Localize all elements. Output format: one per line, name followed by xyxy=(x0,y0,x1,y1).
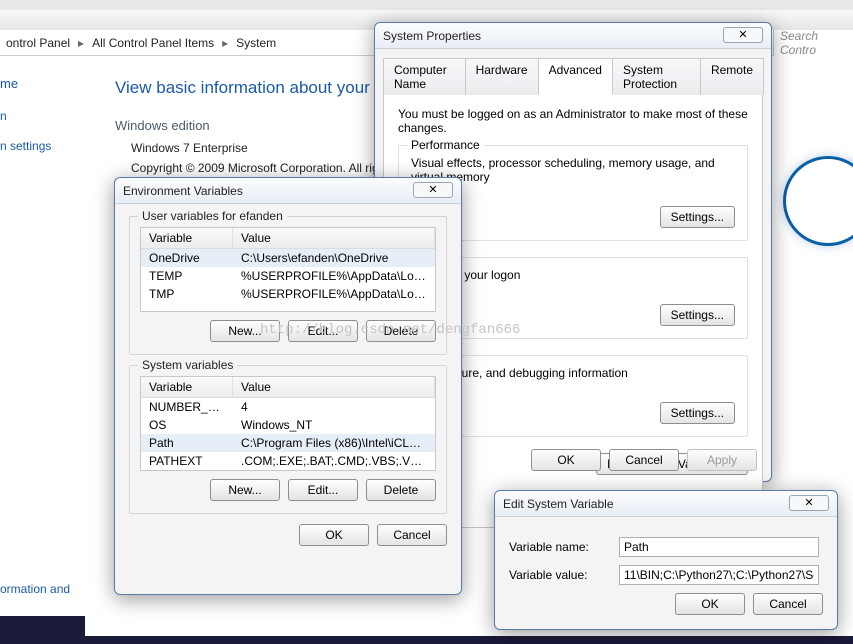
close-button[interactable]: ✕ xyxy=(413,182,453,198)
table-row[interactable]: OSWindows_NT xyxy=(141,416,435,434)
table-row[interactable]: TEMP%USERPROFILE%\AppData\Local\Temp xyxy=(141,267,435,285)
dialog-title: System Properties xyxy=(375,23,771,49)
col-header[interactable]: Value xyxy=(233,228,435,248)
tab-remote[interactable]: Remote xyxy=(700,58,764,95)
sidebar-heading[interactable]: me xyxy=(0,76,81,91)
sidebar: me n n settings ormation and xyxy=(0,56,85,616)
table-row[interactable]: OneDriveC:\Users\efanden\OneDrive xyxy=(141,249,435,267)
group-legend: System variables xyxy=(138,358,237,372)
chevron-right-icon: ▸ xyxy=(72,36,90,50)
tab-computer-name[interactable]: Computer Name xyxy=(383,58,466,95)
table-row[interactable]: NUMBER_OF_P...4 xyxy=(141,398,435,416)
tab-hardware[interactable]: Hardware xyxy=(465,58,539,95)
ok-button[interactable]: OK xyxy=(299,524,369,546)
system-vars-table[interactable]: Variable Value NUMBER_OF_P...4 OSWindows… xyxy=(140,376,436,471)
field-label: Variable value: xyxy=(509,568,619,582)
delete-button[interactable]: Delete xyxy=(366,320,436,342)
dialog-title: Environment Variables xyxy=(115,178,461,204)
table-row[interactable]: PATHEXT.COM;.EXE;.BAT;.CMD;.VBS;.VBE;.JS… xyxy=(141,452,435,470)
table-row[interactable]: PathC:\Program Files (x86)\Intel\iCLS Cl… xyxy=(141,434,435,452)
cancel-button[interactable]: Cancel xyxy=(377,524,447,546)
chevron-right-icon: ▸ xyxy=(216,36,234,50)
settings-button[interactable]: Settings... xyxy=(660,206,735,228)
close-button[interactable]: ✕ xyxy=(723,27,763,43)
variable-value-input[interactable] xyxy=(619,565,819,585)
group-legend: User variables for efanden xyxy=(138,209,287,223)
dialog-title: Edit System Variable xyxy=(495,491,837,517)
admin-note: You must be logged on as an Administrato… xyxy=(398,107,748,135)
col-header[interactable]: Value xyxy=(233,377,435,397)
sidebar-item[interactable]: n settings xyxy=(0,139,81,153)
tab-bar: Computer Name Hardware Advanced System P… xyxy=(383,58,763,95)
breadcrumb-item[interactable]: ontrol Panel xyxy=(4,36,72,50)
search-input[interactable]: Search Contro xyxy=(773,30,853,56)
breadcrumb-item[interactable]: All Control Panel Items xyxy=(90,36,216,50)
sidebar-item[interactable]: ormation and xyxy=(0,582,70,596)
variable-name-input[interactable] xyxy=(619,537,819,557)
cancel-button[interactable]: Cancel xyxy=(753,593,823,615)
new-button[interactable]: New... xyxy=(210,320,280,342)
new-button[interactable]: New... xyxy=(210,479,280,501)
apply-button[interactable]: Apply xyxy=(687,449,757,471)
field-label: Variable name: xyxy=(509,540,619,554)
breadcrumb-item[interactable]: System xyxy=(234,36,278,50)
tab-advanced[interactable]: Advanced xyxy=(538,58,613,95)
tab-system-protection[interactable]: System Protection xyxy=(612,58,701,95)
user-vars-table[interactable]: Variable Value OneDriveC:\Users\efanden\… xyxy=(140,227,436,312)
cancel-button[interactable]: Cancel xyxy=(609,449,679,471)
settings-button[interactable]: Settings... xyxy=(660,304,735,326)
col-header[interactable]: Variable xyxy=(141,377,233,397)
sidebar-item[interactable]: n xyxy=(0,109,81,123)
delete-button[interactable]: Delete xyxy=(366,479,436,501)
environment-variables-dialog: Environment Variables ✕ User variables f… xyxy=(114,177,462,595)
group-legend: Performance xyxy=(407,138,484,152)
col-header[interactable]: Variable xyxy=(141,228,233,248)
edit-button[interactable]: Edit... xyxy=(288,479,358,501)
ok-button[interactable]: OK xyxy=(531,449,601,471)
edit-button[interactable]: Edit... xyxy=(288,320,358,342)
edit-system-variable-dialog: Edit System Variable ✕ Variable name: Va… xyxy=(494,490,838,630)
ok-button[interactable]: OK xyxy=(675,593,745,615)
close-button[interactable]: ✕ xyxy=(789,495,829,511)
settings-button[interactable]: Settings... xyxy=(660,402,735,424)
table-row[interactable]: TMP%USERPROFILE%\AppData\Local\Temp xyxy=(141,285,435,303)
